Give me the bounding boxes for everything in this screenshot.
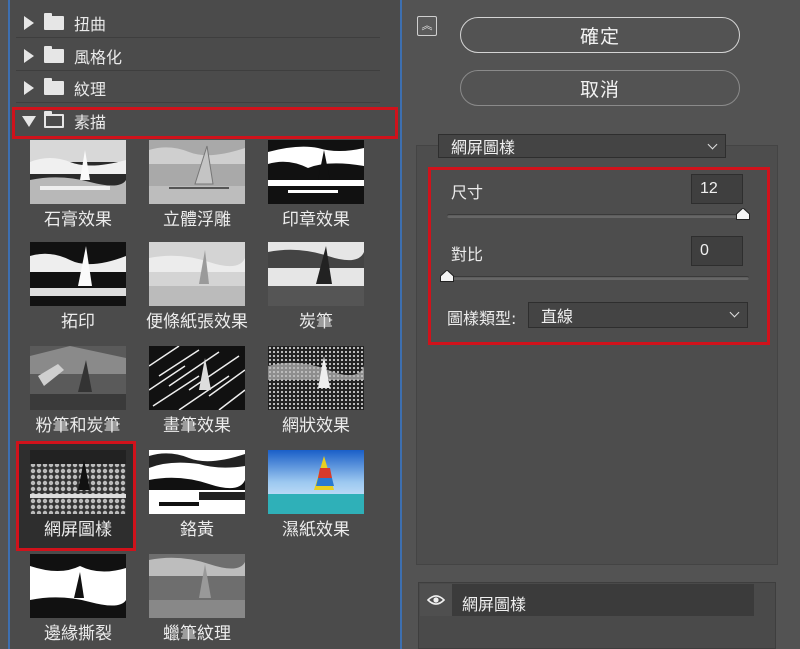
halftone-pattern-preview bbox=[30, 450, 126, 514]
expand-triangle-icon bbox=[24, 15, 34, 30]
chevron-down-icon bbox=[707, 139, 718, 150]
torn-edges-preview bbox=[30, 554, 126, 618]
pattern-type-value: 直線 bbox=[541, 307, 574, 326]
filter-dropdown-value: 網屏圖樣 bbox=[451, 138, 516, 157]
contrast-slider-track[interactable] bbox=[447, 276, 749, 280]
chevron-down-icon bbox=[729, 307, 740, 318]
eye-icon bbox=[427, 595, 445, 605]
filter-thumb-bas-relief[interactable] bbox=[149, 140, 245, 204]
contrast-input[interactable] bbox=[691, 236, 743, 266]
filter-thumb-chrome[interactable] bbox=[149, 450, 245, 514]
filter-thumb-reticulation[interactable] bbox=[268, 346, 364, 410]
size-label: 尺寸 bbox=[451, 183, 484, 202]
note-paper-preview bbox=[149, 242, 245, 306]
filter-label: 蠟筆紋理 bbox=[163, 624, 231, 644]
cancel-button[interactable]: 取消 bbox=[460, 70, 740, 106]
filter-label: 網屏圖樣 bbox=[44, 520, 112, 540]
rubbing-preview bbox=[30, 242, 126, 306]
expand-triangle-icon bbox=[24, 80, 34, 95]
chrome-preview bbox=[149, 450, 245, 514]
contrast-slider-handle[interactable] bbox=[440, 270, 454, 282]
filter-thumb-note-paper[interactable] bbox=[149, 242, 245, 306]
bas-relief-preview bbox=[149, 140, 245, 204]
filter-label: 石膏效果 bbox=[44, 210, 112, 230]
filter-label: 印章效果 bbox=[282, 210, 350, 230]
filter-label: 立體浮雕 bbox=[163, 210, 231, 230]
category-label: 扭曲 bbox=[74, 14, 107, 34]
filter-settings-panel bbox=[416, 145, 778, 565]
category-label: 素描 bbox=[74, 113, 107, 132]
charcoal-preview bbox=[268, 242, 364, 306]
category-texture[interactable]: 紋理 bbox=[16, 73, 380, 103]
filter-thumb-chalk-charcoal[interactable] bbox=[30, 346, 126, 410]
filter-thumb-charcoal[interactable] bbox=[268, 242, 364, 306]
filter-gallery-panel: 扭曲 風格化 紋理 素描 石膏效果 立體浮雕 印章效果 拓印 便條紙張效果 炭筆… bbox=[8, 0, 402, 649]
size-input[interactable] bbox=[691, 174, 743, 204]
size-slider-track[interactable] bbox=[447, 214, 749, 218]
filter-label: 邊緣撕裂 bbox=[44, 624, 112, 644]
filter-label: 便條紙張效果 bbox=[146, 312, 248, 332]
category-distort[interactable]: 扭曲 bbox=[16, 8, 380, 38]
folder-icon bbox=[44, 12, 64, 30]
slider-handle-icon bbox=[735, 208, 750, 220]
plaster-preview bbox=[30, 140, 126, 204]
double-chevron-up-icon: ︽ bbox=[421, 19, 433, 32]
pattern-type-dropdown[interactable]: 直線 bbox=[528, 302, 748, 328]
water-paper-preview bbox=[268, 450, 364, 514]
filter-label: 鉻黃 bbox=[180, 520, 214, 540]
folder-icon bbox=[44, 77, 64, 95]
effect-layer-name: 網屏圖樣 bbox=[462, 595, 527, 614]
size-slider-handle[interactable] bbox=[735, 208, 750, 220]
filter-label: 炭筆 bbox=[299, 312, 333, 332]
filter-label: 畫筆效果 bbox=[163, 416, 231, 436]
filter-thumb-graphic-pen[interactable] bbox=[149, 346, 245, 410]
filter-thumb-plaster[interactable] bbox=[30, 140, 126, 204]
filter-thumb-water-paper[interactable] bbox=[268, 450, 364, 514]
category-label: 風格化 bbox=[74, 47, 123, 67]
filter-label: 網狀效果 bbox=[282, 416, 350, 436]
category-sketch[interactable]: 素描 bbox=[16, 106, 380, 136]
filter-thumb-torn-edges[interactable] bbox=[30, 554, 126, 618]
category-stylize[interactable]: 風格化 bbox=[16, 41, 380, 71]
filter-thumb-stamp[interactable] bbox=[268, 140, 364, 204]
open-folder-icon bbox=[44, 111, 64, 128]
folder-icon bbox=[44, 45, 64, 63]
filter-thumb-halftone-pattern[interactable] bbox=[30, 450, 126, 514]
collapse-gallery-button[interactable]: ︽ bbox=[417, 16, 437, 36]
chalk-charcoal-preview bbox=[30, 346, 126, 410]
pattern-type-label: 圖樣類型: bbox=[447, 309, 517, 328]
filter-thumb-rubbing[interactable] bbox=[30, 242, 126, 306]
collapse-triangle-icon bbox=[22, 115, 36, 127]
stamp-preview bbox=[268, 140, 364, 204]
filter-thumb-conte-crayon[interactable] bbox=[149, 554, 245, 618]
filter-label: 拓印 bbox=[61, 312, 95, 332]
category-label: 紋理 bbox=[74, 79, 107, 99]
expand-triangle-icon bbox=[24, 48, 34, 63]
filter-dropdown[interactable]: 網屏圖樣 bbox=[438, 134, 726, 158]
ok-button[interactable]: 確定 bbox=[460, 17, 740, 53]
contrast-label: 對比 bbox=[451, 245, 484, 264]
slider-handle-icon bbox=[440, 270, 454, 282]
conte-crayon-preview bbox=[149, 554, 245, 618]
filter-label: 粉筆和炭筆 bbox=[35, 416, 121, 436]
graphic-pen-preview bbox=[149, 346, 245, 410]
visibility-toggle[interactable] bbox=[420, 584, 452, 616]
filter-label: 濕紙效果 bbox=[282, 520, 350, 540]
reticulation-preview bbox=[268, 346, 364, 410]
